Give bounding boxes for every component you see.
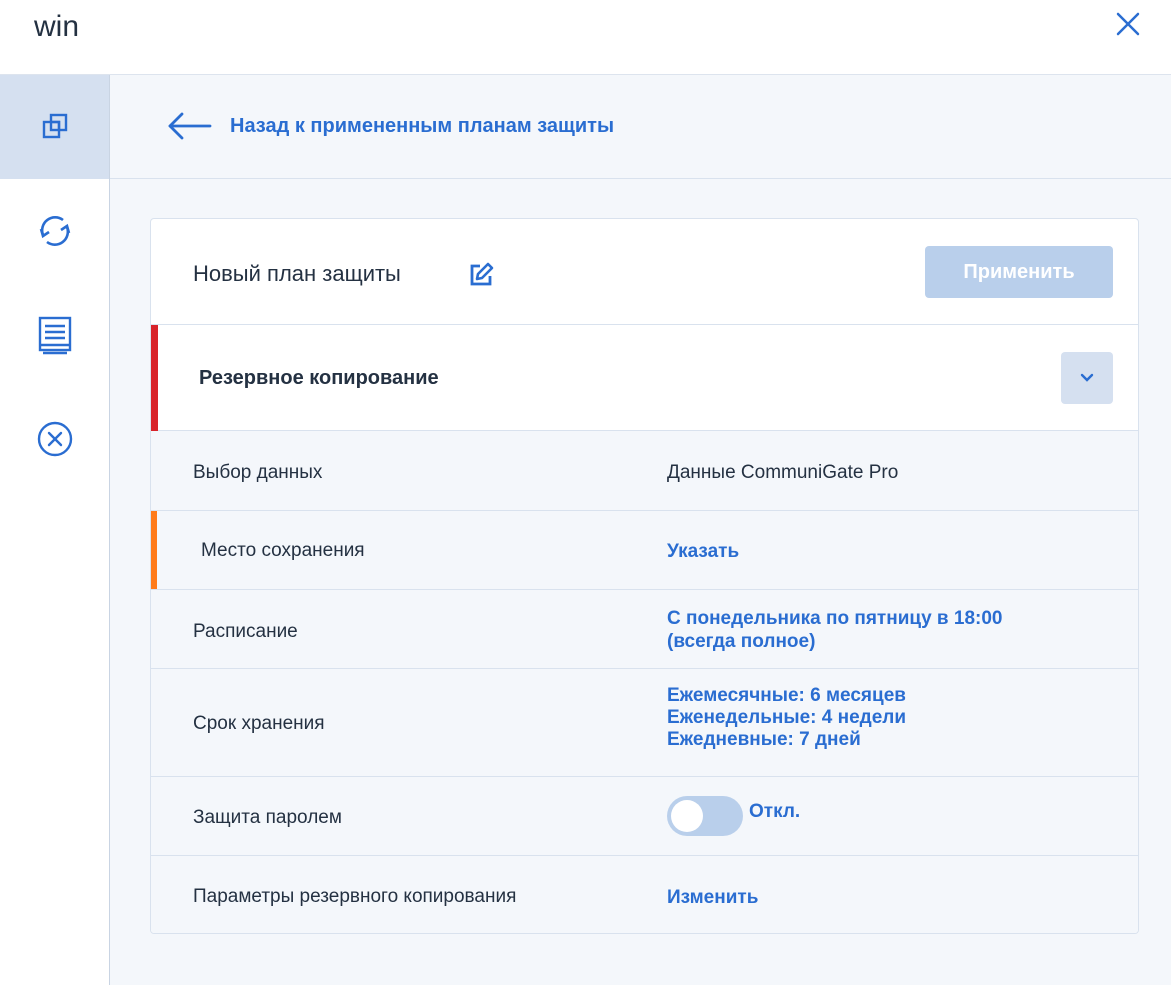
window-header: win [0, 0, 1171, 74]
row-label: Место сохранения [201, 540, 365, 561]
arrow-left-icon[interactable] [166, 111, 214, 141]
stacked-squares-icon [42, 113, 67, 139]
collapse-button[interactable] [1061, 352, 1113, 404]
retention-link[interactable]: Ежемесячные: 6 месяцев Еженедельные: 4 н… [667, 685, 906, 751]
password-toggle[interactable] [667, 796, 743, 836]
sidebar-item-sync[interactable] [0, 179, 109, 283]
row-label: Параметры резервного копирования [193, 886, 517, 907]
schedule-line2: (всегда полное) [667, 631, 816, 652]
close-icon[interactable] [1110, 6, 1146, 42]
row-label: Срок хранения [193, 713, 325, 734]
retention-line3: Ежедневные: 7 дней [667, 729, 861, 750]
log-list-icon [38, 316, 71, 355]
change-link[interactable]: Изменить [667, 886, 758, 909]
row-label: Расписание [193, 621, 298, 642]
retention-line1: Ежемесячные: 6 месяцев [667, 685, 906, 706]
toggle-knob [671, 800, 703, 832]
row-destination[interactable]: Место сохранения Указать [151, 511, 1138, 590]
section-title: Резервное копирование [199, 367, 439, 389]
circle-x-icon [37, 421, 72, 457]
pencil-edit-icon[interactable] [467, 261, 495, 289]
plan-card: Новый план защиты Применить Резервное ко… [150, 218, 1139, 934]
plan-name: Новый план защиты [193, 261, 401, 286]
row-retention[interactable]: Срок хранения Ежемесячные: 6 месяцев Еже… [151, 669, 1138, 777]
row-schedule[interactable]: Расписание С понедельника по пятницу в 1… [151, 590, 1138, 669]
row-backup-options[interactable]: Параметры резервного копирования Изменит… [151, 856, 1138, 933]
warning-marker [151, 511, 157, 589]
row-password: Защита паролем Откл. [151, 777, 1138, 856]
row-data-selection[interactable]: Выбор данных Данные CommuniGate Pro [151, 431, 1138, 511]
error-marker [151, 325, 158, 431]
sidebar-item-protection-plans[interactable] [0, 75, 109, 179]
window-title: win [34, 10, 80, 43]
sidebar [0, 75, 110, 985]
back-link[interactable]: Назад к примененным планам защиты [230, 115, 614, 138]
row-label: Выбор данных [193, 462, 323, 483]
specify-link[interactable]: Указать [667, 540, 739, 563]
sidebar-item-activities[interactable] [0, 283, 109, 387]
main-panel: Назад к примененным планам защиты Новый … [110, 75, 1171, 985]
row-label: Защита паролем [193, 807, 342, 828]
toggle-state[interactable]: Откл. [749, 801, 800, 823]
apply-button[interactable]: Применить [925, 246, 1113, 298]
sidebar-item-cancel[interactable] [0, 387, 109, 491]
retention-line2: Еженедельные: 4 недели [667, 707, 907, 728]
backup-section-header[interactable]: Резервное копирование [151, 325, 1138, 431]
row-value: Данные CommuniGate Pro [667, 462, 899, 483]
plan-header: Новый план защиты Применить [151, 219, 1138, 325]
back-bar: Назад к примененным планам защиты [110, 75, 1171, 179]
schedule-line1: С понедельника по пятницу в 18:00 [667, 608, 1003, 629]
chevron-down-icon [1080, 373, 1094, 382]
refresh-icon [39, 216, 70, 246]
schedule-link[interactable]: С понедельника по пятницу в 18:00 (всегд… [667, 607, 1002, 653]
